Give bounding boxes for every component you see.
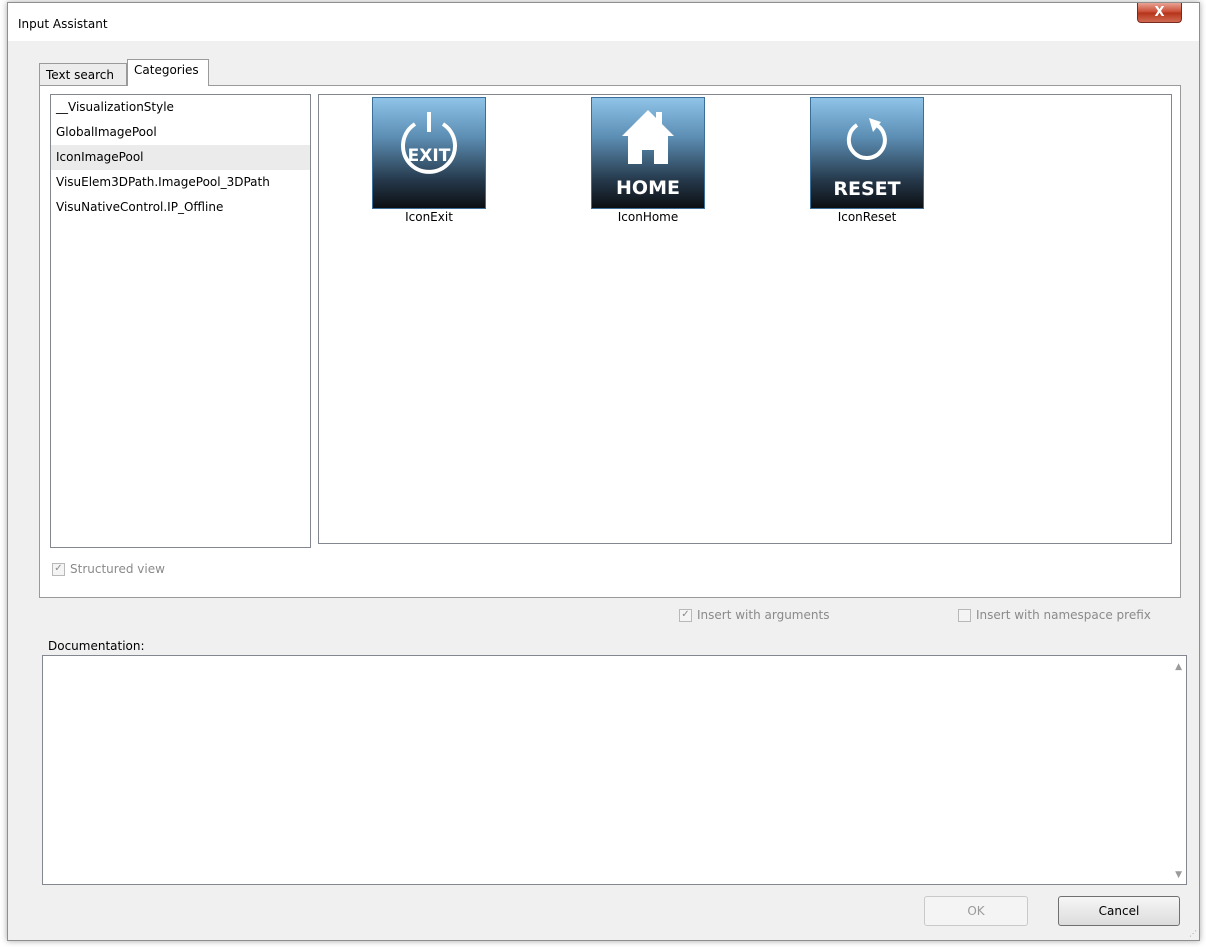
- icon-name: IconExit: [405, 210, 453, 224]
- tab-text-search[interactable]: Text search: [39, 63, 127, 85]
- insert-with-arguments-checkbox[interactable]: ✓ Insert with arguments: [679, 608, 829, 622]
- category-item[interactable]: VisuElem3DPath.ImagePool_3DPath: [51, 170, 310, 195]
- checkbox-unchecked-icon: [958, 608, 971, 622]
- category-item[interactable]: VisuNativeControl.IP_Offline: [51, 195, 310, 220]
- close-icon: X: [1154, 5, 1165, 20]
- checkbox-label: Structured view: [70, 562, 165, 576]
- house-icon: HOME: [591, 97, 705, 209]
- tab-label: Text search: [46, 68, 114, 82]
- icon-caption: EXIT: [408, 146, 451, 166]
- input-assistant-dialog: Input Assistant X Text search Categories…: [7, 2, 1200, 941]
- icon-item-exit[interactable]: EXIT IconExit: [364, 97, 494, 224]
- checkbox-label: Insert with arguments: [697, 608, 830, 622]
- close-button[interactable]: X: [1137, 3, 1182, 23]
- checkbox-label: Insert with namespace prefix: [976, 608, 1151, 622]
- category-item[interactable]: __VisualizationStyle: [51, 95, 310, 120]
- checkbox-checked-icon: ✓: [679, 608, 692, 622]
- insert-with-namespace-prefix-checkbox[interactable]: Insert with namespace prefix: [958, 608, 1151, 622]
- documentation-label: Documentation:: [48, 639, 145, 653]
- title-bar: Input Assistant X: [8, 3, 1199, 41]
- checkbox-checked-icon: ✓: [52, 562, 65, 576]
- documentation-textarea[interactable]: ▲ ▼: [42, 655, 1187, 885]
- categories-panel: __VisualizationStyle GlobalImagePool Ico…: [39, 85, 1181, 598]
- icon-caption: HOME: [616, 177, 680, 199]
- refresh-icon: RESET: [810, 97, 924, 209]
- tab-categories[interactable]: Categories: [127, 59, 209, 86]
- category-item[interactable]: IconImagePool: [51, 145, 310, 170]
- category-list[interactable]: __VisualizationStyle GlobalImagePool Ico…: [50, 94, 311, 548]
- resize-grip-icon[interactable]: ⋰: [1189, 929, 1197, 938]
- icon-name: IconReset: [837, 210, 897, 224]
- icon-name: IconHome: [617, 210, 679, 224]
- window-title: Input Assistant: [18, 17, 108, 31]
- image-preview-panel: EXIT IconExit HOME IconHome RESET IconRe…: [318, 94, 1172, 544]
- category-item[interactable]: GlobalImagePool: [51, 120, 310, 145]
- power-icon: EXIT: [372, 97, 486, 209]
- icon-item-home[interactable]: HOME IconHome: [583, 97, 713, 224]
- scroll-down-icon[interactable]: ▼: [1175, 870, 1182, 880]
- tab-label: Categories: [134, 63, 199, 77]
- icon-item-reset[interactable]: RESET IconReset: [802, 97, 932, 224]
- ok-button[interactable]: OK: [924, 896, 1028, 926]
- cancel-button[interactable]: Cancel: [1058, 896, 1180, 926]
- icon-caption: RESET: [833, 178, 900, 200]
- structured-view-checkbox[interactable]: ✓ Structured view: [52, 562, 165, 576]
- scroll-up-icon[interactable]: ▲: [1175, 662, 1182, 672]
